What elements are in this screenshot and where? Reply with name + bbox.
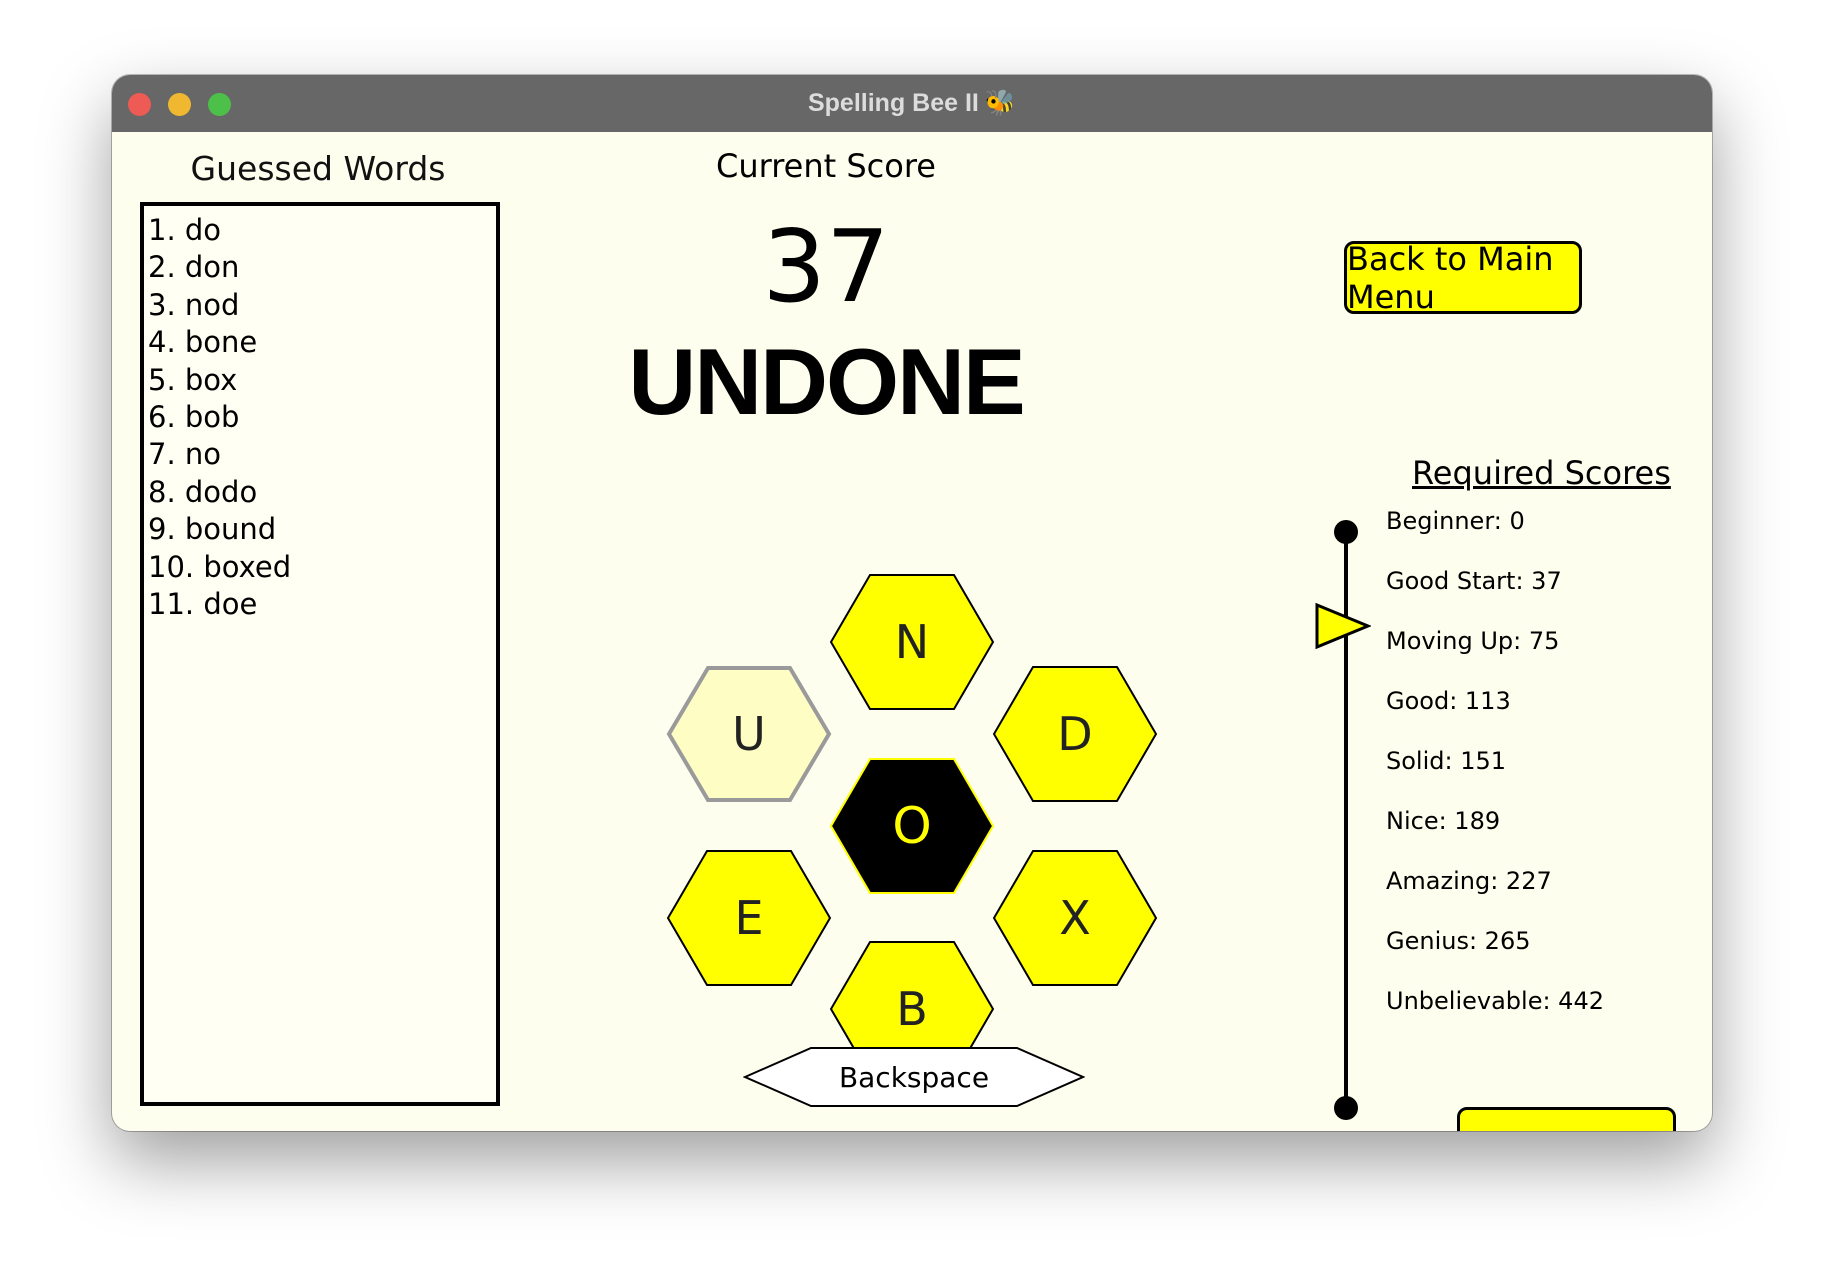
rank-moving-up: Moving Up: 75 bbox=[1386, 627, 1560, 655]
rank-amazing: Amazing: 227 bbox=[1386, 867, 1552, 895]
letter-tile-upper-right[interactable]: D bbox=[992, 665, 1158, 803]
letter-tile-top[interactable]: N bbox=[829, 573, 995, 711]
title-bar: Spelling Bee II 🐝 bbox=[112, 75, 1712, 132]
rank-unbelievable: Unbelievable: 442 bbox=[1386, 987, 1604, 1015]
guessed-word-item: 10. boxed bbox=[148, 549, 292, 584]
current-word: UNDONE bbox=[628, 329, 1025, 434]
guessed-word-item: 5. box bbox=[148, 362, 238, 397]
guessed-word-item: 1. do bbox=[148, 213, 222, 247]
letter-tile-top-label: N bbox=[894, 615, 930, 669]
rank-genius: Genius: 265 bbox=[1386, 927, 1531, 955]
guessed-words-list[interactable]: 1. do 2. don 3. nod 4. bone 5. box 6. bo… bbox=[140, 202, 500, 1106]
guessed-word-item: 2. don bbox=[148, 250, 240, 285]
letter-tile-center[interactable]: O bbox=[829, 757, 995, 895]
current-rank-marker-icon bbox=[1315, 602, 1372, 653]
guessed-word-item: 3. nod bbox=[148, 287, 240, 322]
guessed-word-item: 6. bob bbox=[148, 400, 240, 435]
letter-tile-lower-right[interactable]: X bbox=[992, 849, 1158, 987]
rank-good: Good: 113 bbox=[1386, 687, 1511, 715]
letter-tile-upper-left-label: U bbox=[732, 707, 766, 761]
bee-icon: 🐝 bbox=[984, 89, 1016, 117]
letter-tile-upper-right-label: D bbox=[1057, 707, 1093, 761]
current-score-title: Current Score bbox=[716, 147, 936, 185]
rank-beginner: Beginner: 0 bbox=[1386, 507, 1525, 535]
letter-tile-lower-left[interactable]: E bbox=[666, 849, 832, 987]
guessed-word-item: 4. bone bbox=[148, 325, 258, 360]
track-start-dot bbox=[1334, 520, 1358, 544]
letter-tile-lower-left-label: E bbox=[734, 891, 764, 945]
back-to-main-menu-button[interactable]: Back to Main Menu bbox=[1344, 240, 1582, 316]
required-scores-title: Required Scores bbox=[1412, 454, 1671, 492]
guessed-word-item: 9. bound bbox=[148, 512, 277, 547]
rank-nice: Nice: 189 bbox=[1386, 807, 1501, 835]
letter-tile-lower-right-label: X bbox=[1059, 891, 1091, 945]
backspace-button[interactable]: Backspace bbox=[742, 1046, 1086, 1108]
guessed-word-item: 7. no bbox=[148, 437, 222, 472]
window-title-text: Spelling Bee II bbox=[807, 89, 979, 117]
window-title: Spelling Bee II 🐝 bbox=[112, 75, 1712, 132]
letter-tile-center-label: O bbox=[892, 797, 932, 855]
game-screen: Guessed Words 1. do 2. don 3. nod 4. bon… bbox=[112, 132, 1712, 1131]
backspace-button-label: Backspace bbox=[838, 1060, 990, 1094]
letter-tile-upper-left[interactable]: U bbox=[666, 665, 832, 803]
rank-good-start: Good Start: 37 bbox=[1386, 567, 1562, 595]
app-window: Spelling Bee II 🐝 Guessed Words 1. do 2. … bbox=[112, 75, 1712, 1131]
rank-solid: Solid: 151 bbox=[1386, 747, 1507, 775]
save-game-button[interactable]: Save Game bbox=[1457, 1107, 1676, 1131]
current-score-value: 37 bbox=[762, 208, 890, 325]
guessed-words-title: Guessed Words bbox=[190, 149, 446, 188]
guessed-word-item: 11. doe bbox=[148, 587, 258, 622]
guessed-word-item: 8. dodo bbox=[148, 474, 258, 509]
track-end-dot bbox=[1334, 1096, 1358, 1120]
